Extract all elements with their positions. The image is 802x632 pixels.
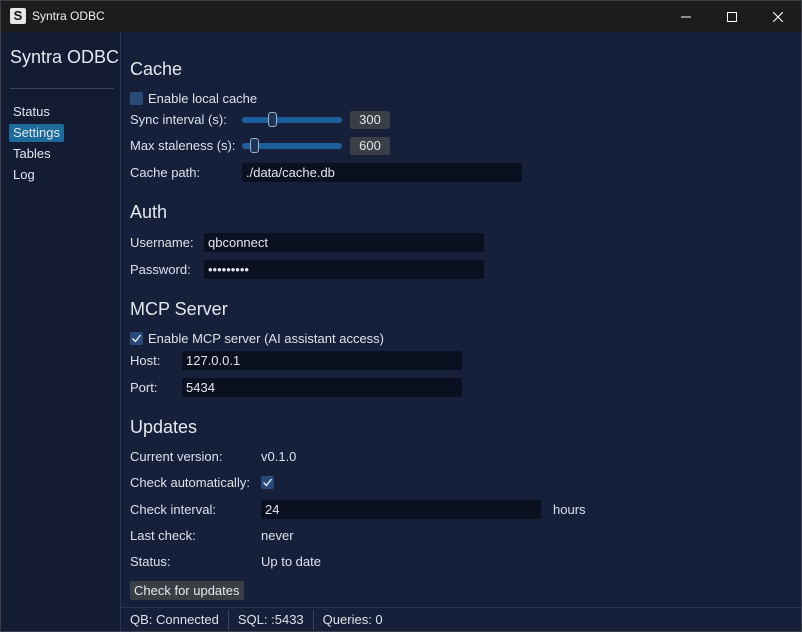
check-automatically-checkbox[interactable] [261,476,274,489]
window-title: Syntra ODBC [32,9,105,23]
cache-path-input[interactable]: ./data/cache.db [242,163,522,182]
checkmark-icon [132,334,142,343]
sql-port-status: SQL: :5433 [237,612,304,627]
enable-cache-label: Enable local cache [148,91,258,106]
update-status-label: Status: [130,554,171,569]
close-button[interactable] [755,1,801,32]
qb-connection-status: QB: Connected [130,612,219,627]
sidebar-divider [10,88,114,89]
host-input[interactable]: 127.0.0.1 [182,351,462,370]
current-version-value: v0.1.0 [261,449,297,464]
sync-interval-slider[interactable] [242,117,342,123]
sidebar-item-tables[interactable]: Tables [9,145,55,163]
host-label: Host: [130,353,161,368]
sidebar-item-log[interactable]: Log [9,166,39,184]
max-staleness-value: 600 [350,137,390,155]
sidebar-brand: Syntra ODBC [10,47,120,67]
check-for-updates-button[interactable]: Check for updates [130,581,244,600]
query-count-status: Queries: 0 [322,612,383,627]
updates-section-title: Updates [130,417,198,437]
maximize-icon [727,11,737,22]
maximize-button[interactable] [709,1,755,32]
last-check-label: Last check: [130,528,196,543]
sync-interval-value: 300 [350,111,390,129]
cache-path-label: Cache path: [130,165,201,180]
settings-panel: Cache Enable local cache Sync interval (… [121,32,801,608]
status-bar: QB: Connected SQL: :5433 Queries: 0 [121,607,801,631]
auth-section-title: Auth [130,202,168,222]
app-window: S Syntra ODBC Syntra ODBC Status Setting… [0,0,802,632]
close-icon [773,11,783,22]
enable-cache-checkbox[interactable] [130,92,143,105]
enable-mcp-label: Enable MCP server (AI assistant access) [148,331,385,346]
current-version-label: Current version: [130,449,223,464]
sidebar-item-status[interactable]: Status [9,103,54,121]
update-status-value: Up to date [261,554,321,569]
max-staleness-label: Max staleness (s): [130,138,236,153]
minimize-icon [681,16,691,17]
check-automatically-label: Check automatically: [130,475,250,490]
port-label: Port: [130,380,158,395]
sidebar: Syntra ODBC Status Settings Tables Log [1,32,121,631]
last-check-value: never [261,528,294,543]
sidebar-item-settings[interactable]: Settings [9,124,64,142]
sync-interval-slider-thumb[interactable] [268,112,278,127]
enable-mcp-checkbox[interactable] [130,332,143,345]
checkmark-icon [263,478,273,487]
username-label: Username: [130,235,194,250]
mcp-section-title: MCP Server [130,299,228,319]
sync-interval-label: Sync interval (s): [130,112,227,127]
username-input[interactable]: qbconnect [204,233,484,252]
check-interval-unit: hours [553,502,586,517]
port-input[interactable]: 5434 [182,378,462,397]
title-bar[interactable]: S Syntra ODBC [1,1,801,32]
password-input[interactable]: ••••••••• [204,260,484,279]
max-staleness-slider-thumb[interactable] [250,138,260,153]
cache-section-title: Cache [130,59,183,79]
minimize-button[interactable] [663,1,709,32]
app-logo-icon: S [10,8,26,24]
check-interval-label: Check interval: [130,502,216,517]
check-interval-input[interactable]: 24 [261,500,541,519]
password-label: Password: [130,262,191,277]
sidebar-nav: Status Settings Tables Log [9,103,115,187]
